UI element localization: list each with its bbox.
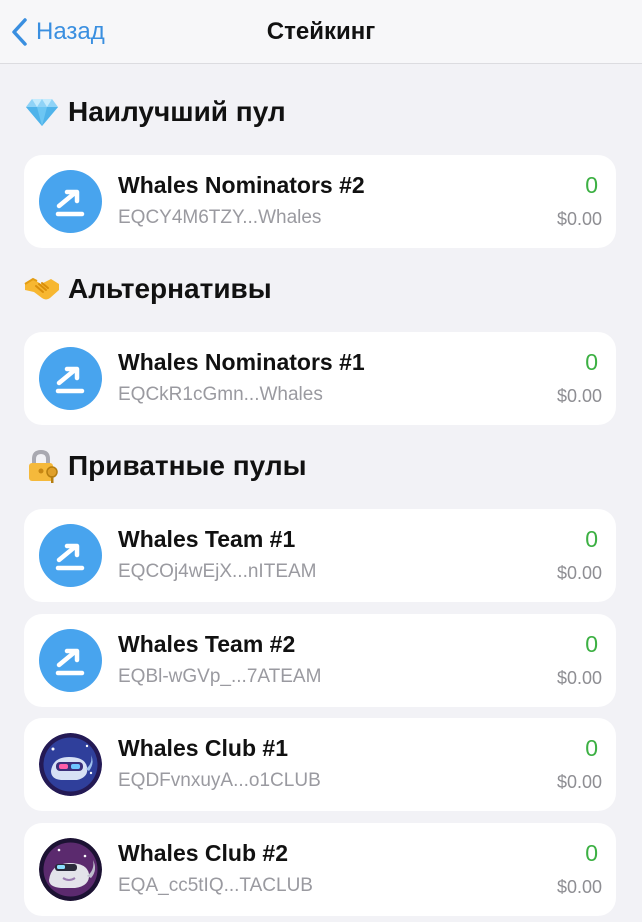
section-title: Альтернативы [68,273,272,304]
pool-name: Whales Nominators #2 [118,172,365,198]
gem-emoji-icon [24,94,60,130]
pool-name: Whales Club #1 [118,735,288,761]
lock-key-emoji-icon [24,448,60,484]
fiat-value: $0.00 [556,386,602,406]
stake-arrow-icon [39,524,102,587]
page-title: Стейкинг [266,18,376,45]
section-title: Наилучший пул [68,96,286,127]
navigation-bar: Назад Стейкинг [0,0,642,64]
pool-name: Whales Nominators #1 [118,349,365,375]
pool-address: EQCY4M6TZY...Whales [118,207,322,228]
pool-name: Whales Club #2 [118,840,288,866]
stake-amount: 0 [585,840,598,866]
section-header-private-pools: Приватные пулы [24,448,307,484]
fiat-value: $0.00 [556,772,602,792]
section-title: Приватные пулы [68,450,307,481]
pool-card-whales-nominators-2[interactable]: Whales Nominators #2 EQCY4M6TZY...Whales… [24,155,616,248]
handshake-emoji-icon [24,271,60,307]
stake-arrow-icon [39,347,102,410]
whale-club-blue-avatar [39,733,102,796]
section-header-best-pool: Наилучший пул [24,94,286,130]
stake-amount: 0 [585,526,598,552]
fiat-value: $0.00 [556,563,602,583]
stake-amount: 0 [585,349,598,375]
fiat-value: $0.00 [556,877,602,897]
stake-amount: 0 [585,735,598,761]
pool-name: Whales Team #2 [118,631,296,657]
pool-address: EQDFvnxuyA...o1CLUB [118,770,321,791]
whale-club-purple-avatar [39,838,102,901]
stake-amount: 0 [585,631,598,657]
pool-card-whales-club-1[interactable]: Whales Club #1 EQDFvnxuyA...o1CLUB 0 $0.… [24,718,616,811]
fiat-value: $0.00 [556,209,602,229]
pool-card-whales-team-2[interactable]: Whales Team #2 EQBl-wGVp_...7ATEAM 0 $0.… [24,614,616,707]
pool-address: EQBl-wGVp_...7ATEAM [118,666,322,687]
pool-address: EQA_cc5tIQ...TACLUB [118,875,313,896]
pool-card-whales-club-2[interactable]: Whales Club #2 EQA_cc5tIQ...TACLUB 0 $0.… [24,823,616,916]
pool-name: Whales Team #1 [118,526,296,552]
stake-arrow-icon [39,170,102,233]
pool-card-whales-team-1[interactable]: Whales Team #1 EQCOj4wEjX...nITEAM 0 $0.… [24,509,616,602]
stake-amount: 0 [585,172,598,198]
pool-address: EQCkR1cGmn...Whales [118,384,323,405]
pool-address: EQCOj4wEjX...nITEAM [118,561,317,582]
section-header-alternatives: Альтернативы [24,271,272,307]
pool-card-whales-nominators-1[interactable]: Whales Nominators #1 EQCkR1cGmn...Whales… [24,332,616,425]
stake-arrow-icon [39,629,102,692]
fiat-value: $0.00 [556,668,602,688]
